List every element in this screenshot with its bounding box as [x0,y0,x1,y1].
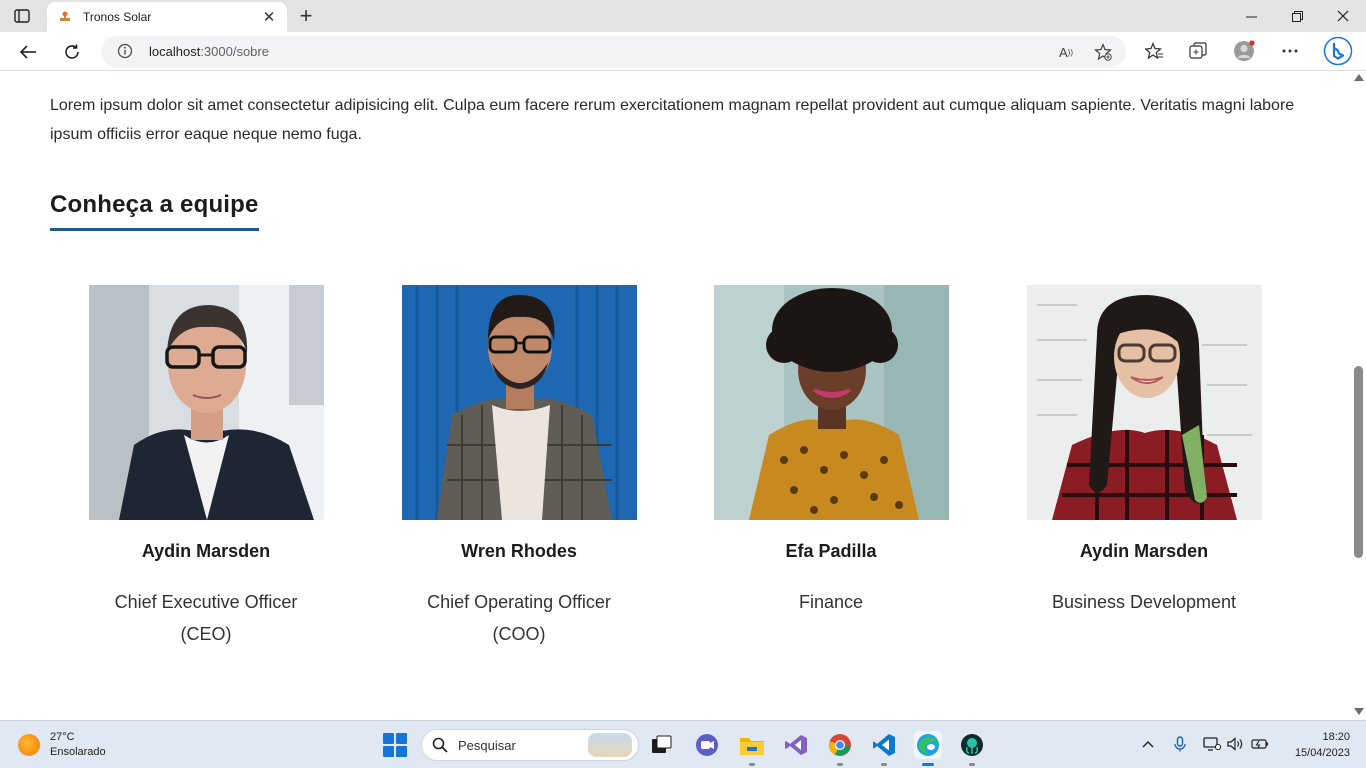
weather-widget[interactable]: 27°C Ensolarado [18,730,106,760]
minimize-icon[interactable] [1228,0,1274,32]
more-options-icon[interactable] [1279,40,1301,62]
windows-logo-tile [396,746,407,757]
weather-temperature: 27°C [50,731,75,743]
team-member-photo [713,285,949,520]
profile-avatar[interactable] [1233,40,1255,62]
start-button[interactable] [383,733,407,757]
chrome-icon[interactable] [826,731,854,766]
tab-actions-icon[interactable] [12,7,32,25]
sun-icon [18,734,40,756]
team-member-photo [88,285,324,520]
add-favorite-icon[interactable] [1093,42,1113,62]
page-scrollbar[interactable] [1352,71,1366,720]
search-highlight-image [588,733,632,757]
team-member-name: Efa Padilla [785,541,877,561]
search-placeholder: Pesquisar [458,737,516,753]
site-info-icon[interactable] [117,43,133,59]
windows-logo-tile [383,733,394,744]
team-member-card: Aydin Marsden Business Development [994,285,1294,618]
intro-paragraph: Lorem ipsum dolor sit amet consectetur a… [50,97,1295,143]
task-view-icon[interactable] [648,731,676,759]
page-viewport: Lorem ipsum dolor sit amet consectetur a… [0,71,1352,720]
close-window-icon[interactable] [1320,0,1366,32]
collections-icon[interactable] [1187,40,1209,62]
new-tab-button[interactable]: + [296,3,316,28]
file-explorer-icon[interactable] [738,731,766,766]
favorites-icon[interactable] [1143,40,1165,62]
visual-studio-icon[interactable] [782,731,810,759]
browser-tab-strip: Tronos Solar ✕ + [0,0,1366,32]
refresh-icon[interactable] [58,38,86,66]
chevron-up-icon[interactable] [1139,735,1157,753]
team-member-card: Aydin Marsden Chief Executive Officer (C… [56,285,356,650]
teams-chat-icon[interactable] [693,731,721,759]
running-indicator [881,763,887,766]
browser-tab[interactable]: Tronos Solar ✕ [47,2,287,32]
team-member-card: Efa Padilla Finance [681,285,981,618]
url-path: :3000/sobre [200,44,269,59]
weather-description: Ensolarado [50,746,106,758]
read-aloud-label: A [1059,44,1068,60]
volume-icon[interactable] [1227,735,1245,753]
bing-copilot-icon[interactable] [1323,36,1353,66]
team-member-name: Aydin Marsden [141,541,271,561]
team-member-photo [401,285,637,520]
tab-close-icon[interactable]: ✕ [261,9,277,26]
vscode-icon[interactable] [870,731,898,766]
gitkraken-icon[interactable] [958,731,986,766]
restore-icon[interactable] [1274,0,1320,32]
read-aloud-icon[interactable]: A)) [1056,42,1076,62]
clock-date: 15/04/2023 [1294,747,1350,759]
running-indicator [969,763,975,766]
url-text[interactable]: localhost:3000/sobre [149,44,269,59]
windows-logo-tile [383,746,394,757]
url-host: localhost [149,44,201,59]
team-section-title: Conheça a equipe [50,191,259,231]
search-icon [432,737,448,753]
team-member-photo [1026,285,1262,520]
team-member-role: Chief Operating Officer (COO) [427,592,611,644]
scroll-down-icon[interactable] [1354,708,1364,715]
taskbar-search[interactable]: Pesquisar [421,729,639,761]
address-bar[interactable]: localhost:3000/sobre A)) [101,36,1126,67]
edge-icon[interactable] [914,731,942,766]
microphone-icon[interactable] [1171,735,1189,753]
team-member-name: Wren Rhodes [461,541,577,561]
scrollbar-thumb[interactable] [1354,366,1363,558]
team-member-role: Finance [798,592,864,612]
site-favicon-icon [57,9,73,25]
windows-taskbar: 27°C Ensolarado Pesquisar 18:20 15/04/20… [0,720,1366,768]
battery-icon[interactable] [1251,735,1269,753]
running-indicator [922,763,934,766]
tab-title: Tronos Solar [83,10,152,24]
browser-toolbar: localhost:3000/sobre A)) [0,32,1366,71]
running-indicator [837,763,843,766]
system-clock[interactable]: 18:20 15/04/2023 [1280,729,1350,761]
windows-logo-tile [396,733,407,744]
team-member-name: Aydin Marsden [1079,541,1209,561]
team-member-role: Business Development [1051,592,1237,612]
back-arrow-icon[interactable] [14,38,42,66]
team-member-card: Wren Rhodes Chief Operating Officer (COO… [369,285,669,650]
running-indicator [749,763,755,766]
scroll-up-icon[interactable] [1354,74,1364,81]
team-member-role: Chief Executive Officer (CEO) [114,592,298,644]
clock-time: 18:20 [1322,731,1350,743]
network-icon[interactable] [1203,735,1221,753]
